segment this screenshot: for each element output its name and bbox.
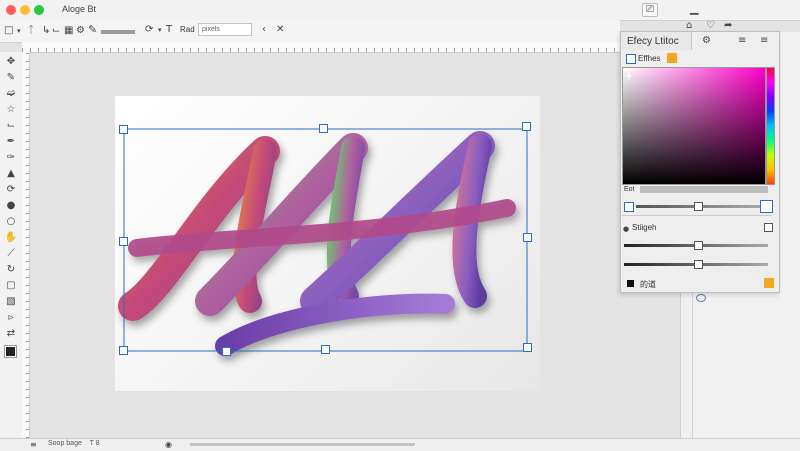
stamp-icon[interactable]: ▲: [3, 168, 19, 182]
close-window-button[interactable]: [6, 5, 16, 15]
selection-handle-n[interactable]: [319, 124, 328, 133]
minimize-icon[interactable]: ▁: [690, 3, 698, 15]
text-tool-icon[interactable]: ᛏ: [28, 25, 34, 37]
path-select-icon[interactable]: ▹: [3, 312, 19, 326]
horizontal-scrollbar[interactable]: [190, 443, 415, 446]
grid-icon[interactable]: ▦: [64, 25, 73, 37]
move-icon[interactable]: ✥: [3, 56, 19, 70]
footer-swatch[interactable]: [627, 280, 634, 287]
eraser-icon[interactable]: ✎: [3, 72, 19, 86]
line-icon[interactable]: ⟋: [3, 248, 19, 262]
opacity-value-box[interactable]: [760, 200, 773, 213]
zoom-icon-status[interactable]: ◉: [165, 439, 172, 451]
shape-icon[interactable]: ▢: [3, 280, 19, 294]
pen-icon[interactable]: ●: [3, 200, 19, 214]
selection-handle-sw[interactable]: [119, 346, 128, 355]
menu-icon[interactable]: ≡: [30, 439, 37, 451]
stroke-dot-icon: ●: [623, 225, 630, 233]
zoom-icon[interactable]: ○: [3, 216, 19, 230]
gear-icon[interactable]: ⚙: [76, 25, 85, 37]
selection-handle-e[interactable]: [523, 233, 532, 242]
text-icon[interactable]: ▧: [3, 296, 19, 310]
zoom-window-button[interactable]: [34, 5, 44, 15]
panel-menu-icon[interactable]: ≡: [738, 35, 746, 47]
hue-slider[interactable]: [766, 67, 775, 185]
stroke-size-slider-thumb[interactable]: [694, 241, 703, 250]
selection-handle-w[interactable]: [119, 237, 128, 246]
stroke-preset-icon[interactable]: [101, 30, 135, 34]
color-picker-field[interactable]: [622, 67, 766, 185]
brush-icon[interactable]: ✑: [3, 152, 19, 166]
magic-wand-icon[interactable]: ☆: [3, 104, 19, 118]
opacity-lock-icon[interactable]: [624, 202, 634, 212]
effects-fx-icon[interactable]: [667, 53, 677, 63]
effects-checkbox[interactable]: [626, 54, 636, 64]
selection-handle-nw[interactable]: [119, 125, 128, 134]
selection-handle-se[interactable]: [523, 343, 532, 352]
swap-icon[interactable]: ⇄: [3, 328, 19, 342]
crop-icon[interactable]: ⌙: [3, 120, 19, 134]
opacity-slider-thumb[interactable]: [694, 202, 703, 211]
crop-icon[interactable]: ⌙: [52, 25, 60, 37]
color-value-bar: [640, 186, 768, 193]
exit-icon[interactable]: ⎚: [642, 3, 658, 17]
chevron-down-icon[interactable]: ▾: [17, 25, 21, 37]
chevron-left-icon[interactable]: ‹: [262, 24, 266, 36]
type-icon[interactable]: T: [166, 24, 172, 36]
panel-options-icon[interactable]: ⚙: [702, 35, 711, 47]
effects-section-label: Effhes: [638, 54, 661, 63]
panel-divider: [622, 215, 772, 216]
lasso-icon[interactable]: ➫: [3, 88, 19, 102]
panel-title: Efecy Ltitoc: [627, 36, 679, 47]
hand-icon[interactable]: ✋: [3, 232, 19, 246]
selection-anchor-point[interactable]: [222, 347, 231, 356]
selection-handle-s[interactable]: [321, 345, 330, 354]
stroke-checkbox[interactable]: [764, 223, 773, 232]
stroke-label: Stiigeh: [632, 223, 657, 232]
color-label: Eot: [624, 186, 635, 193]
title-bar: [0, 0, 800, 21]
transform-icon[interactable]: ⟳: [145, 24, 153, 36]
footer-label: 的道: [640, 280, 656, 289]
minimize-window-button[interactable]: [20, 5, 30, 15]
vertical-ruler[interactable]: [22, 52, 30, 438]
status-text: Soop bage T 8: [48, 440, 100, 447]
color-picker-cursor-icon: +: [624, 69, 635, 83]
layer-visibility-icon[interactable]: [696, 294, 706, 302]
cursor-icon[interactable]: ↳: [42, 25, 50, 37]
horizontal-ruler[interactable]: [22, 42, 620, 53]
new-doc-icon[interactable]: □: [4, 25, 13, 37]
selection-handle-ne[interactable]: [522, 122, 531, 131]
history-brush-icon[interactable]: ⟳: [3, 184, 19, 198]
pixels-select[interactable]: pixels: [198, 23, 252, 36]
radius-label: Rad: [180, 25, 195, 34]
pen-icon[interactable]: ✎: [88, 24, 97, 36]
color-swatch-icon[interactable]: [4, 345, 17, 358]
footer-fx-icon[interactable]: [764, 278, 774, 288]
eyedropper-icon[interactable]: ✒: [3, 136, 19, 150]
rotate-icon[interactable]: ↻: [3, 264, 19, 278]
app-title: Aloge Bt: [62, 4, 97, 14]
close-icon[interactable]: ✕: [276, 24, 284, 36]
stroke-opacity-slider-thumb[interactable]: [694, 260, 703, 269]
chevron-down-icon-2[interactable]: ▾: [158, 24, 162, 36]
panel-collapse-icon[interactable]: ≡: [760, 35, 768, 47]
